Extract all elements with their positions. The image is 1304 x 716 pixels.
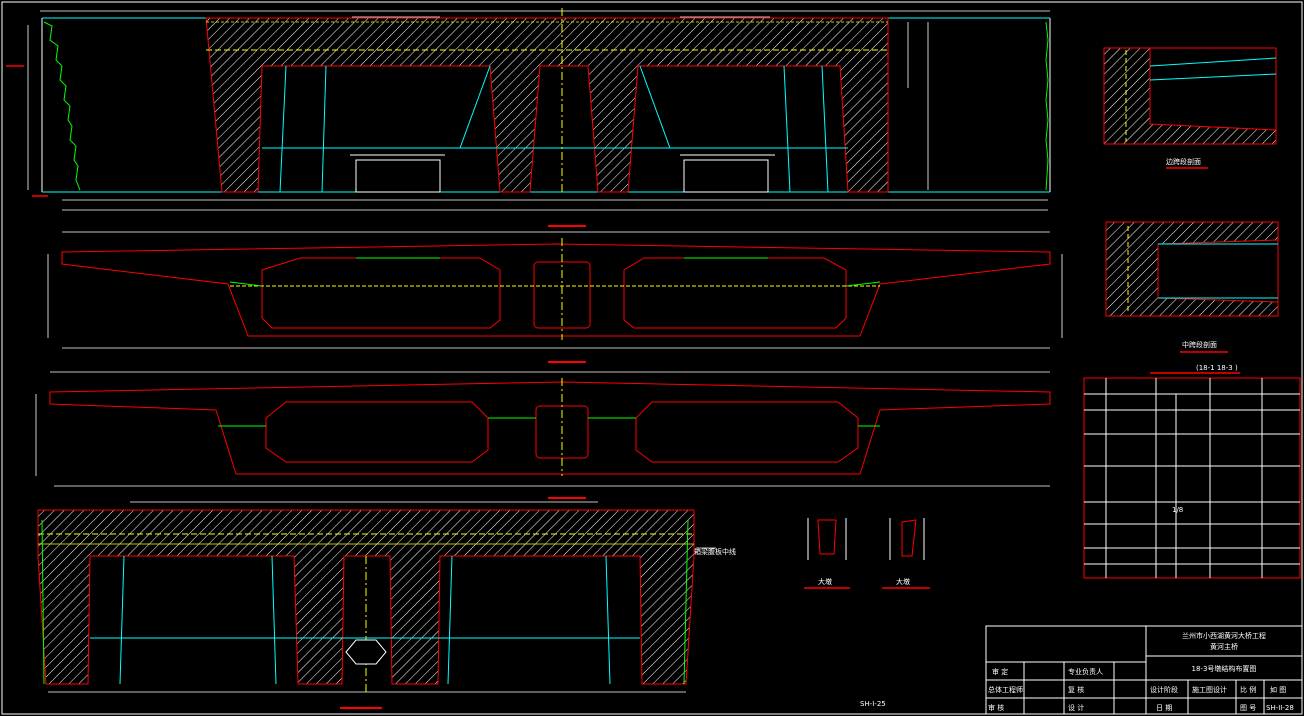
top-elevation-view [6,8,1051,227]
cross-section-1 [47,231,1063,363]
guide-line-label: 箱梁腹板中线 [694,547,736,556]
big-pier-label: 大墩 [818,577,832,586]
tb-project-director: 总体工程师 [988,685,1023,694]
tb-design-stage-value: 施工图设计 [1192,685,1227,694]
table-mark: 1/8 [1172,506,1183,514]
drawing-name: 18-3号墩结构布置图 [1192,664,1257,673]
cad-drawing-canvas: 箱梁腹板中线 大墩 大墩 边跨段剖面 中跨段剖面 (18-1 18-3) 1/… [1,1,1303,715]
sheet-label: SH-I-25 [860,700,886,708]
tb-sheet-no-value: SH-II-28 [1266,704,1294,712]
cross-section-2 [35,371,1051,499]
tb-date-label: 日 期 [1156,704,1172,712]
bottom-elevation-view: 箱梁腹板中线 [37,501,736,709]
title-block: 兰州市小西湖黄河大桥工程 黄河主桥 18-3号墩结构布置图 审 定 专业负责人 … [985,625,1303,715]
tb-reviewer: 审 核 [988,703,1004,712]
tb-sheet-no-label: 图 号 [1240,704,1256,712]
small-pier-label: 大墩 [896,577,910,586]
tb-design-stage-label: 设计阶段 [1150,685,1178,694]
tb-scale-value: 如 图 [1270,685,1286,694]
tb-review: 审 定 [992,667,1008,676]
tb-check: 复 核 [1068,685,1084,694]
pier-detail-big: 大墩 [804,518,850,589]
project-subtitle: 黄河主桥 [1210,642,1238,651]
material-table: (18-1 18-3 ) 1/8 [1083,364,1301,579]
tb-lead-engineer: 专业负责人 [1068,667,1103,676]
plan-note-label: (18-1 18-3 ) [1196,364,1238,372]
pier-detail-small: 大墩 [882,518,930,589]
mid-span-label: 中跨段剖面 [1182,340,1217,349]
tb-scale-label: 比 例 [1240,685,1256,694]
side-span-section: 边跨段剖面 [1103,47,1277,169]
tb-designer: 设 计 [1068,703,1084,712]
mid-span-section: 中跨段剖面 [1105,221,1279,353]
project-title: 兰州市小西湖黄河大桥工程 [1182,631,1266,640]
side-span-label: 边跨段剖面 [1166,157,1201,166]
